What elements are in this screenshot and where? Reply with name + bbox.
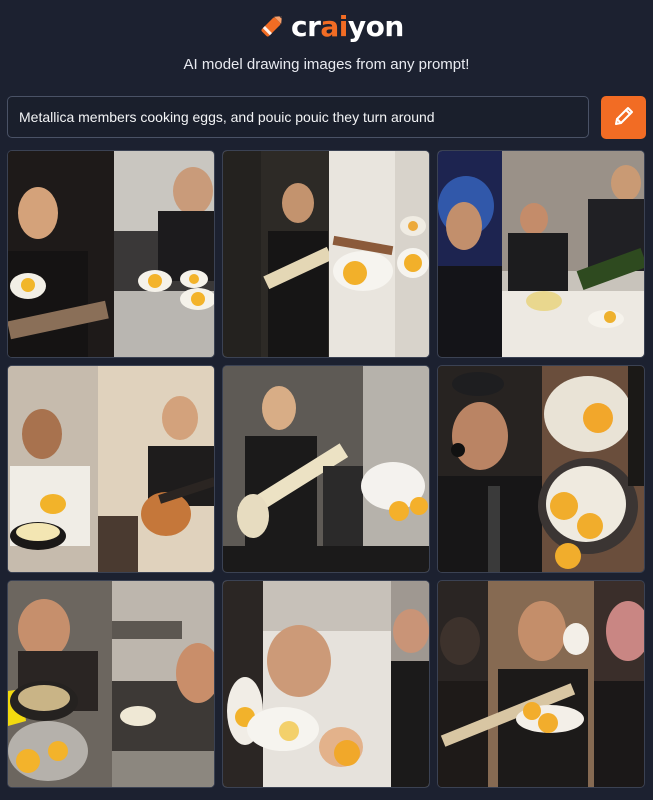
- result-image-4[interactable]: [7, 365, 215, 573]
- result-image-9[interactable]: [437, 580, 645, 788]
- logo-prefix: cr: [291, 9, 321, 43]
- crayon-logo-icon: [256, 10, 288, 42]
- result-image-3[interactable]: [437, 150, 645, 358]
- pencil-icon: [612, 104, 636, 131]
- result-image-6[interactable]: [437, 365, 645, 573]
- result-image-7[interactable]: [7, 580, 215, 788]
- tagline: AI model drawing images from any prompt!: [183, 56, 470, 73]
- draw-button[interactable]: [601, 96, 646, 139]
- logo-accent: ai: [320, 9, 348, 43]
- result-image-1[interactable]: [7, 150, 215, 358]
- prompt-field[interactable]: [7, 96, 589, 138]
- result-image-5[interactable]: [222, 365, 430, 573]
- app-header: craiyon AI model drawing images from any…: [0, 0, 653, 90]
- result-image-8[interactable]: [222, 580, 430, 788]
- logo-suffix: yon: [347, 9, 404, 43]
- logo-wordmark: craiyon: [291, 10, 404, 43]
- prompt-input[interactable]: [19, 109, 579, 125]
- craiyon-logo[interactable]: craiyon: [256, 8, 404, 44]
- result-image-2[interactable]: [222, 150, 430, 358]
